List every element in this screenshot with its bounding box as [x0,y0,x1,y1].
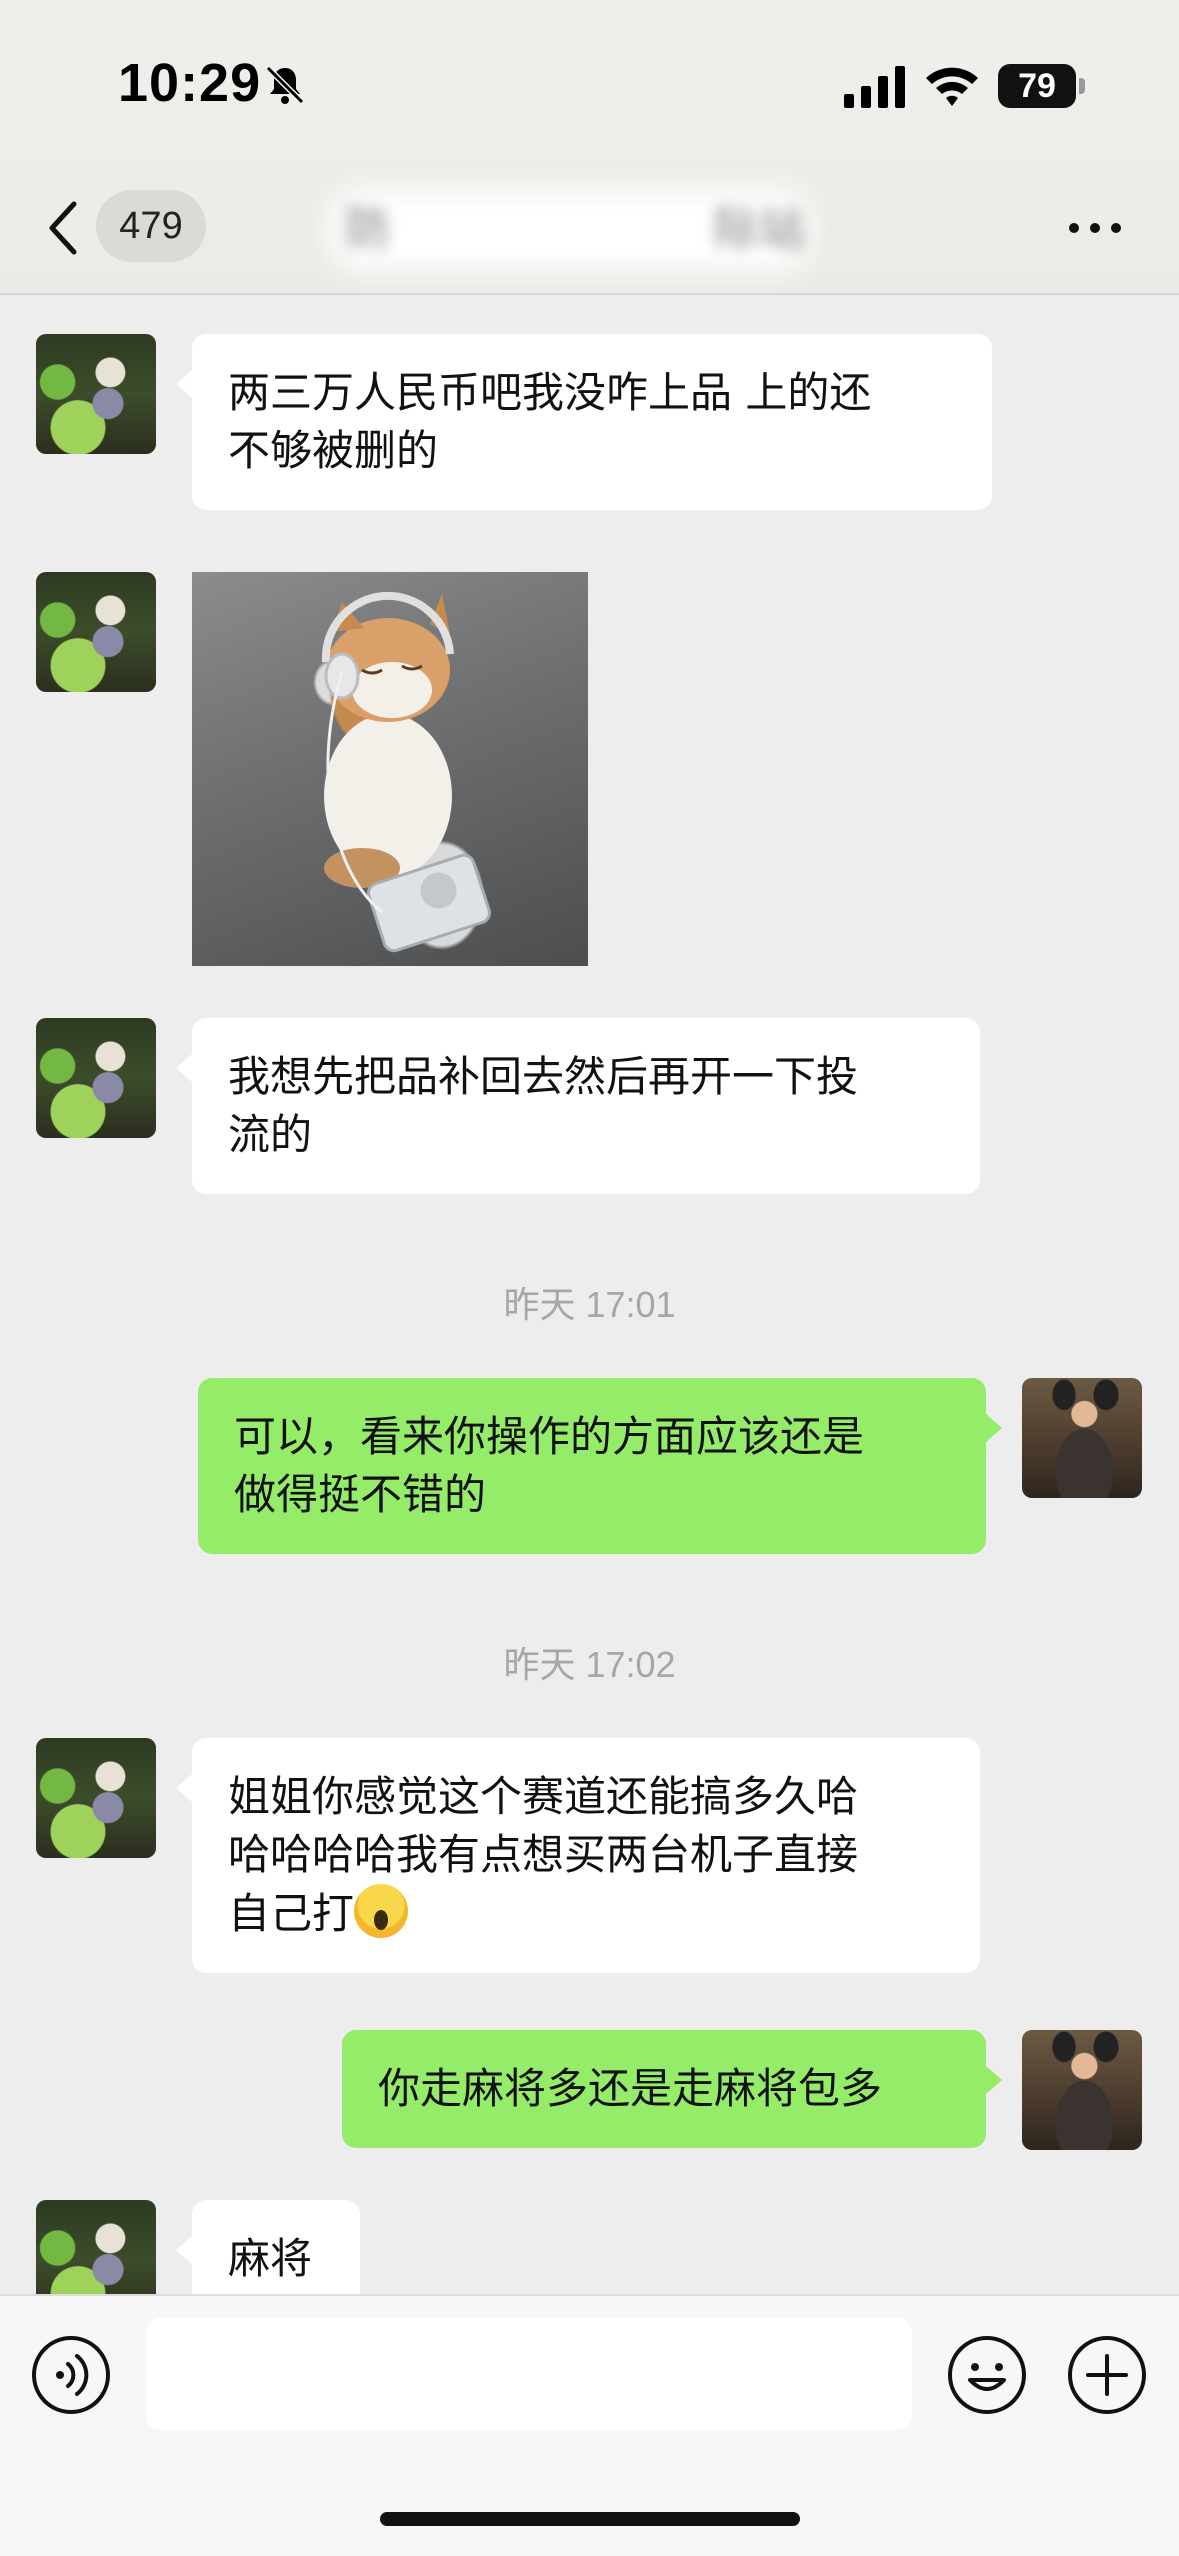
home-indicator [380,2512,800,2526]
plus-icon[interactable] [1066,2334,1148,2416]
signal-icon [844,66,905,108]
battery-icon: 79 [998,64,1085,108]
voice-icon[interactable] [30,2334,112,2416]
incoming-message[interactable]: 两三万人民币吧我没咋上品 上的还 不够被删的 [176,334,992,510]
timestamp: 昨天 17:01 [503,1284,676,1325]
chevron-left-icon[interactable] [44,198,84,258]
emoji-icon[interactable] [946,2334,1028,2416]
top-header: 10:29 79 479 防 际站 [0,0,1179,295]
contact-avatar[interactable] [36,334,156,454]
my-avatar[interactable] [1022,2030,1142,2150]
my-avatar[interactable] [1022,1378,1142,1498]
outgoing-message[interactable]: 你走麻将多还是走麻将包多 [342,2030,1002,2148]
chat-title: 防 际站 [345,202,805,256]
contact-avatar[interactable] [36,572,156,692]
more-icon[interactable] [1068,222,1122,234]
contact-avatar[interactable] [36,1018,156,1138]
incoming-message[interactable]: 姐姐你感觉这个赛道还能搞多久哈 哈哈哈哈我有点想买两台机子直接 自己打 [176,1738,980,1973]
wifi-icon [926,67,978,106]
input-bar [0,2294,1179,2556]
scream-emoji-icon [354,1884,409,1938]
bell-muted-icon [265,65,305,105]
timestamp: 昨天 17:02 [503,1644,676,1685]
cat-photo-illustration [321,591,492,953]
status-time: 10:29 [118,53,262,113]
incoming-message[interactable]: 我想先把品补回去然后再开一下投 流的 [176,1018,980,1194]
message-text: 姐姐你感觉这个赛道还能搞多久哈 哈哈哈哈我有点想买两台机子直接 自己打 [228,1772,859,1938]
message-input[interactable] [146,2318,912,2430]
unread-count-badge[interactable]: 479 [96,190,206,262]
contact-avatar[interactable] [36,1738,156,1858]
cat-headphones-image[interactable] [192,572,588,966]
outgoing-message[interactable]: 可以，看来你操作的方面应该还是 做得挺不错的 [198,1378,1002,1554]
